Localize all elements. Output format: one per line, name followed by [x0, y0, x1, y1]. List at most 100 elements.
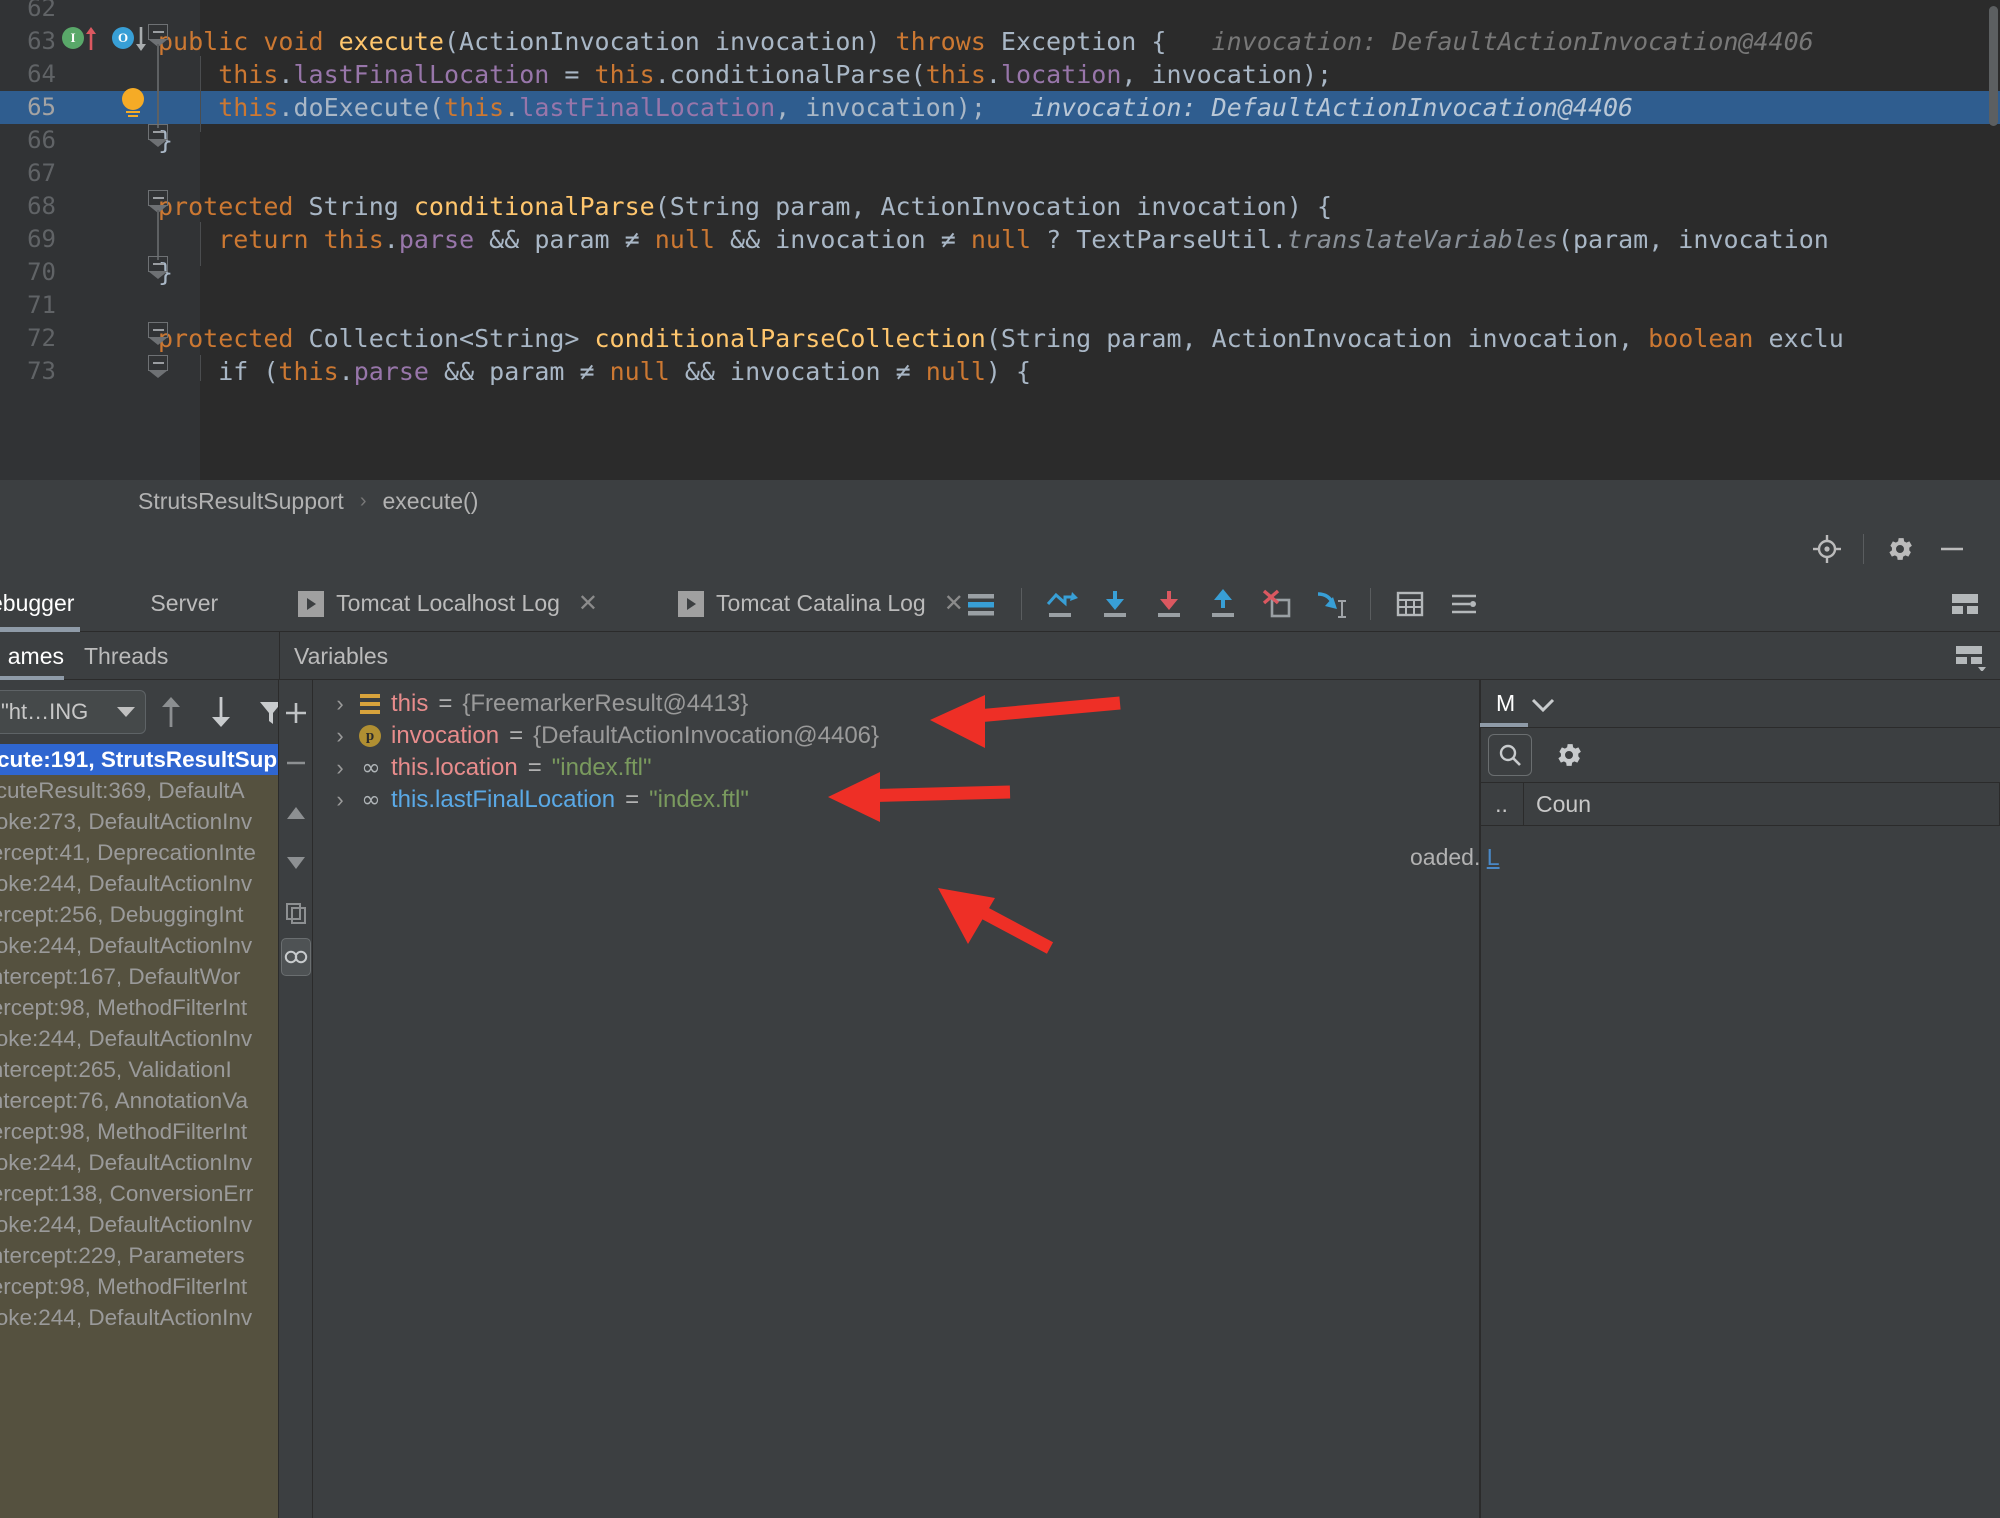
code-line-72[interactable]: 72 protected Collection<String> condition… — [0, 322, 2000, 355]
chevron-down-icon[interactable] — [117, 707, 135, 717]
frame-item[interactable]: xecuteResult:369, DefaultA — [0, 775, 278, 806]
expand-chevron-icon[interactable]: › — [327, 723, 353, 749]
frame-item[interactable]: nvoke:244, DefaultActionInv — [0, 1147, 278, 1178]
frames-down-button[interactable] — [198, 690, 244, 734]
fold-marker-line-73[interactable] — [148, 355, 170, 378]
breadcrumb-method[interactable]: execute() — [383, 488, 479, 515]
remove-watch-button[interactable] — [279, 738, 313, 788]
memory-settings-gear-icon[interactable] — [1542, 727, 1596, 783]
tab-tomcat-localhost-log[interactable]: Tomcat Localhost Log ✕ — [278, 576, 618, 632]
memory-column-count[interactable]: Coun — [1524, 782, 2000, 826]
copy-watch-button[interactable] — [279, 888, 313, 938]
run-to-cursor-icon[interactable] — [1304, 576, 1358, 632]
memory-status-link[interactable]: L — [1487, 844, 1500, 870]
fold-marker-line-66[interactable] — [148, 124, 170, 147]
code-line-73[interactable]: 73 if (this.parse && param ≠ null && inv… — [0, 355, 2000, 388]
code-token: this — [925, 60, 986, 89]
frame-item[interactable]: nvoke:273, DefaultActionInv — [0, 806, 278, 837]
intention-bulb-icon[interactable] — [120, 88, 146, 118]
step-out-icon[interactable] — [1196, 576, 1250, 632]
add-watch-button[interactable] — [279, 688, 313, 738]
code-line-65[interactable]: 65 this.doExecute(this.lastFinalLocation… — [0, 91, 2000, 124]
frame-item[interactable]: nvoke:244, DefaultActionInv — [0, 868, 278, 899]
frame-item[interactable]: nvoke:244, DefaultActionInv — [0, 1209, 278, 1240]
frame-item[interactable]: oIntercept:265, ValidationI — [0, 1054, 278, 1085]
frame-item[interactable]: nvoke:244, DefaultActionInv — [0, 1023, 278, 1054]
move-watch-down-button[interactable] — [279, 838, 313, 888]
code-line-71[interactable]: 71 — [0, 289, 2000, 322]
code-line-69[interactable]: 69 return this.parse && param ≠ null && … — [0, 223, 2000, 256]
frames-filter-button[interactable] — [248, 690, 278, 734]
line-number: 64 — [27, 60, 56, 88]
frame-item[interactable]: ntercept:41, DeprecationInte — [0, 837, 278, 868]
tab-server[interactable]: Server — [130, 576, 238, 632]
code-line-68[interactable]: 68 protected String conditionalParse(Stri… — [0, 190, 2000, 223]
frame-item[interactable]: ntercept:98, MethodFilterInt — [0, 1271, 278, 1302]
close-icon[interactable]: ✕ — [578, 589, 598, 618]
code-token: null — [970, 225, 1032, 254]
code-line-66[interactable]: 66} — [0, 124, 2000, 157]
breadcrumb[interactable]: StrutsResultSupport › execute() — [0, 480, 2000, 522]
code-line-62[interactable]: 62 — [0, 0, 2000, 25]
move-watch-up-button[interactable] — [279, 788, 313, 838]
hide-window-icon[interactable] — [1926, 527, 1978, 571]
frame-item[interactable]: nvoke:244, DefaultActionInv — [0, 930, 278, 961]
locate-target-icon[interactable] — [1801, 527, 1853, 571]
frame-item[interactable]: ntercept:256, DebuggingInt — [0, 899, 278, 930]
frame-item[interactable]: ntercept:98, MethodFilterInt — [0, 992, 278, 1023]
gear-icon[interactable] — [1874, 527, 1926, 571]
tab-variables[interactable]: Variables — [294, 632, 388, 680]
frame-item[interactable]: xecute:191, StrutsResultSup — [0, 744, 278, 775]
frame-item[interactable]: nvoke:244, DefaultActionInv — [0, 1302, 278, 1333]
code-editor[interactable]: 62 63 public void execute(ActionInvocation… — [0, 0, 2000, 480]
code-token: . — [654, 60, 670, 89]
force-step-into-icon[interactable] — [1142, 576, 1196, 632]
expand-chevron-icon[interactable]: › — [327, 787, 353, 813]
tab-threads[interactable]: Threads — [84, 632, 168, 680]
thread-selector[interactable]: "ht…ING — [0, 690, 146, 734]
tab-tomcat-catalina-log[interactable]: Tomcat Catalina Log ✕ — [658, 576, 984, 632]
variable-row[interactable]: › this = {FreemarkerResult@4413} — [313, 688, 1479, 720]
step-into-icon[interactable] — [1088, 576, 1142, 632]
expand-chevron-icon[interactable]: › — [327, 755, 353, 781]
memory-layout-icon[interactable] — [1942, 628, 1996, 684]
tab-frames[interactable]: ames — [0, 632, 64, 680]
fold-marker-line-63[interactable] — [148, 24, 170, 47]
settings-list-icon[interactable] — [1437, 576, 1491, 632]
fold-marker-line-70[interactable] — [148, 256, 170, 279]
code-token: , invocation); — [775, 93, 986, 122]
editor-vertical-scrollbar[interactable] — [1989, 6, 1998, 126]
tab-memory[interactable]: M — [1480, 680, 2000, 728]
tab-ebugger[interactable]: ebugger — [0, 576, 94, 632]
tab-threads-label: Threads — [84, 642, 169, 669]
code-line-70[interactable]: 70} — [0, 256, 2000, 289]
code-line-63[interactable]: 63 public void execute(ActionInvocation i… — [0, 25, 2000, 58]
frame-item[interactable]: oIntercept:229, Parameters — [0, 1240, 278, 1271]
restore-layout-icon[interactable] — [1938, 576, 1992, 632]
frames-list[interactable]: xecute:191, StrutsResultSupxecuteResult:… — [0, 744, 278, 1518]
frames-up-button[interactable] — [148, 690, 194, 734]
frame-item[interactable]: ntercept:138, ConversionErr — [0, 1178, 278, 1209]
expand-chevron-icon[interactable]: › — [327, 691, 353, 717]
drop-frame-icon[interactable] — [1250, 576, 1304, 632]
show-execution-point-icon[interactable] — [955, 576, 1009, 632]
memory-search-button[interactable] — [1488, 734, 1532, 776]
fold-marker-line-68[interactable] — [148, 190, 170, 213]
variable-row[interactable]: › ∞ this.location = "index.ftl" — [313, 752, 1479, 784]
frame-item[interactable]: oIntercept:167, DefaultWor — [0, 961, 278, 992]
chevron-down-icon[interactable] — [1529, 694, 1557, 714]
variables-panel[interactable]: › this = {FreemarkerResult@4413} › p invocatio… — [313, 680, 1480, 1518]
frame-item[interactable]: oIntercept:76, AnnotationVa — [0, 1085, 278, 1116]
code-line-64[interactable]: 64 this.lastFinalLocation = this.conditi… — [0, 58, 2000, 91]
variable-row[interactable]: › p invocation = {DefaultActionInvocation@44… — [313, 720, 1479, 752]
frame-item[interactable]: ntercept:98, MethodFilterInt — [0, 1116, 278, 1147]
code-line-67[interactable]: 67 — [0, 157, 2000, 190]
breadcrumb-class[interactable]: StrutsResultSupport — [138, 488, 344, 515]
code-token: . — [985, 60, 1001, 89]
toggle-watches-button[interactable] — [281, 938, 311, 976]
evaluate-expression-icon[interactable] — [1383, 576, 1437, 632]
memory-column-class[interactable]: .. — [1480, 782, 1524, 826]
variable-row[interactable]: › ∞ this.lastFinalLocation = "index.ftl" — [313, 784, 1479, 816]
step-over-icon[interactable] — [1034, 576, 1088, 632]
fold-marker-line-72[interactable] — [148, 322, 170, 345]
